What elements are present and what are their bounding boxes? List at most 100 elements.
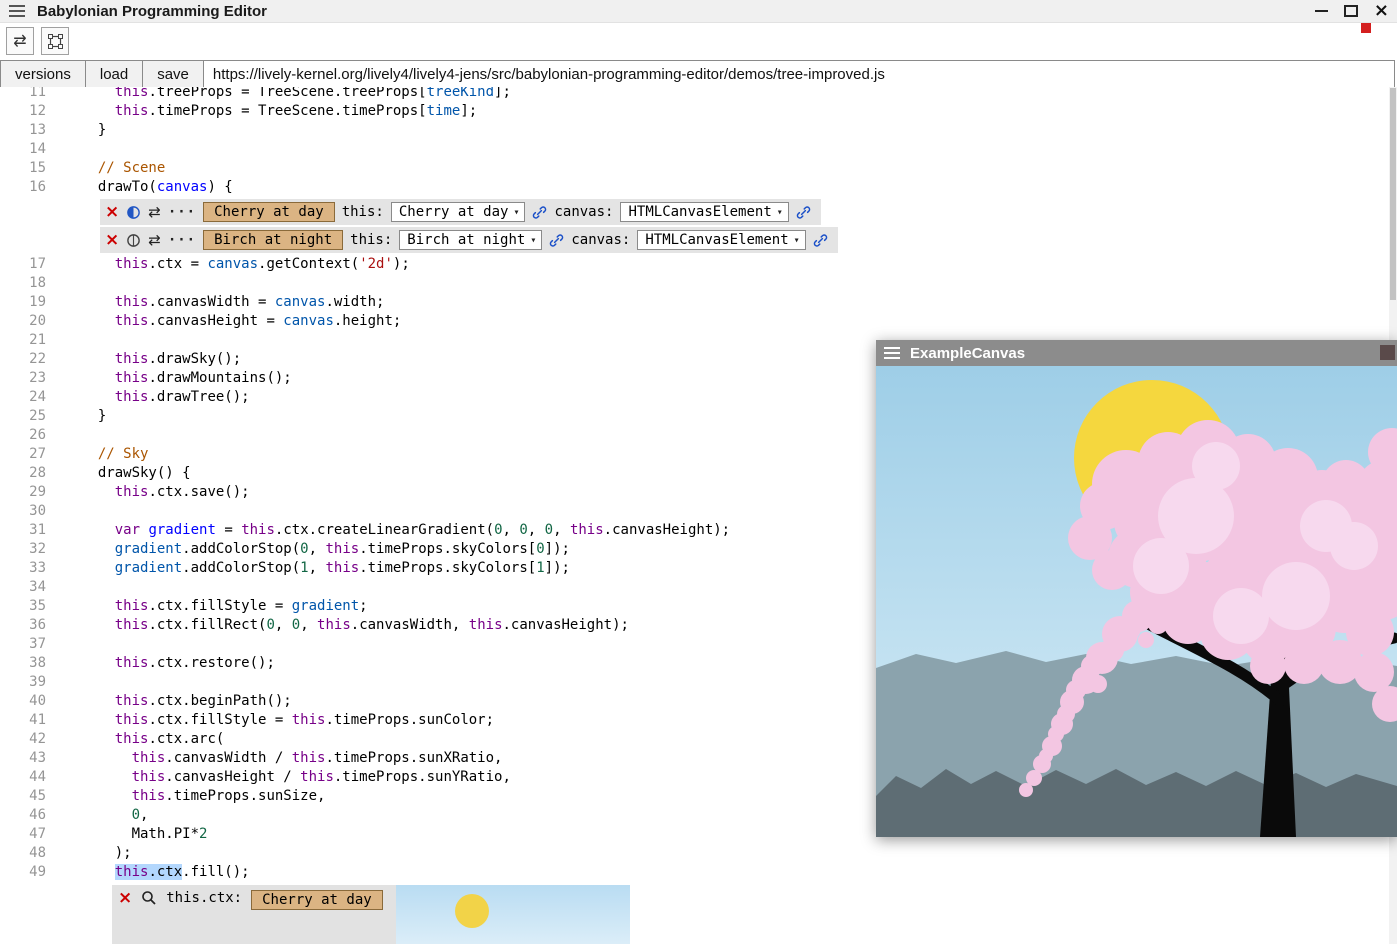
example-row: × ⇄ ··· Cherry at day this: Cherry at da… [100, 199, 821, 225]
line-number: 23 [0, 369, 49, 388]
example-canvas-label: canvas: [571, 232, 630, 248]
example-canvas-titlebar[interactable]: ExampleCanvas [876, 340, 1397, 366]
window-corner-handle[interactable] [1380, 345, 1395, 360]
example-this-select[interactable]: Cherry at day▾ [391, 202, 526, 222]
chevron-down-icon: ▾ [513, 207, 519, 218]
tool-iconbar: ⇄ [6, 27, 69, 55]
code-line[interactable]: 16 drawTo(canvas) { [0, 178, 1389, 197]
line-number: 20 [0, 312, 49, 331]
example-canvas-select[interactable]: HTMLCanvasElement▾ [637, 230, 805, 250]
line-number: 27 [0, 445, 49, 464]
close-button[interactable]: × [1374, 3, 1389, 19]
code-line[interactable]: 13 } [0, 121, 1389, 140]
load-button[interactable]: load [86, 61, 143, 87]
versions-button[interactable]: versions [1, 61, 86, 87]
example-swap-icon[interactable]: ⇄ [148, 203, 161, 221]
line-number: 28 [0, 464, 49, 483]
line-number: 35 [0, 597, 49, 616]
minimize-button[interactable] [1315, 10, 1328, 12]
line-number: 39 [0, 673, 49, 692]
code-line[interactable]: 14 [0, 140, 1389, 159]
line-number: 11 [0, 87, 49, 102]
line-number: 41 [0, 711, 49, 730]
example-this-label: this: [350, 232, 392, 248]
link-icon[interactable] [796, 205, 811, 220]
link-icon[interactable] [532, 205, 547, 220]
line-number: 34 [0, 578, 49, 597]
code-line[interactable]: 48 ); [0, 844, 1389, 863]
line-number: 12 [0, 102, 49, 121]
example-close-button[interactable]: × [105, 232, 119, 249]
save-button[interactable]: save [143, 61, 204, 87]
example-more-icon[interactable]: ··· [168, 232, 196, 248]
line-number: 22 [0, 350, 49, 369]
line-number: 44 [0, 768, 49, 787]
preview-sun [455, 894, 489, 928]
line-number: 47 [0, 825, 49, 844]
example-rows: × ⇄ ··· Cherry at day this: Cherry at da… [100, 199, 1389, 253]
maximize-button[interactable] [1344, 5, 1358, 17]
line-number: 17 [0, 255, 49, 274]
line-number: 43 [0, 749, 49, 768]
line-number: 26 [0, 426, 49, 445]
line-number: 36 [0, 616, 49, 635]
line-number: 31 [0, 521, 49, 540]
line-number: 16 [0, 178, 49, 197]
line-number: 42 [0, 730, 49, 749]
select-tool-button[interactable] [41, 27, 69, 55]
file-navbar: versions load save https://lively-kernel… [0, 60, 1395, 88]
line-number: 18 [0, 274, 49, 293]
probe-canvas-preview [396, 885, 630, 944]
line-number: 40 [0, 692, 49, 711]
code-line[interactable]: 18 [0, 274, 1389, 293]
window-title: Babylonian Programming Editor [37, 3, 267, 20]
app-window: Babylonian Programming Editor × ⇄ [0, 0, 1397, 944]
swap-tool-button[interactable]: ⇄ [6, 27, 34, 55]
example-canvas-window: ExampleCanvas [876, 340, 1397, 837]
magnifier-icon[interactable] [141, 890, 157, 906]
window-titlebar: Babylonian Programming Editor × [0, 0, 1397, 23]
example-name-button[interactable]: Birch at night [203, 230, 343, 250]
line-number: 38 [0, 654, 49, 673]
swap-arrows-icon: ⇄ [13, 31, 26, 51]
line-number: 15 [0, 159, 49, 178]
chevron-down-icon: ▾ [530, 235, 536, 246]
line-number: 21 [0, 331, 49, 350]
example-close-button[interactable]: × [105, 204, 119, 221]
example-swap-icon[interactable]: ⇄ [148, 231, 161, 249]
menu-icon[interactable] [884, 347, 900, 359]
preview-sky [396, 885, 630, 944]
probe-close-button[interactable]: × [118, 890, 132, 907]
probe-expression: this.ctx: [166, 890, 242, 906]
code-line[interactable]: 11 this.treeProps = TreeScene.treeProps[… [0, 87, 1389, 102]
example-name-button[interactable]: Cherry at day [203, 202, 335, 222]
url-input[interactable]: https://lively-kernel.org/lively4/lively… [204, 61, 1394, 87]
menu-icon[interactable] [9, 5, 25, 17]
code-line[interactable]: 49 this.ctx.fill(); [0, 863, 1389, 882]
example-row: × ⇄ ··· Birch at night this: Birch at ni… [100, 227, 838, 253]
scrollbar-thumb[interactable] [1390, 88, 1396, 300]
chevron-down-icon: ▾ [794, 235, 800, 246]
code-line[interactable]: 12 this.timeProps = TreeScene.timeProps[… [0, 102, 1389, 121]
line-number: 24 [0, 388, 49, 407]
example-this-select[interactable]: Birch at night▾ [399, 230, 542, 250]
line-number: 32 [0, 540, 49, 559]
example-active-toggle-icon[interactable] [126, 205, 141, 220]
line-number: 48 [0, 844, 49, 863]
code-line[interactable]: 17 this.ctx = canvas.getContext('2d'); [0, 255, 1389, 274]
code-line[interactable]: 15 // Scene [0, 159, 1389, 178]
link-icon[interactable] [813, 233, 828, 248]
example-canvas-select[interactable]: HTMLCanvasElement▾ [620, 202, 788, 222]
example-inactive-toggle-icon[interactable] [126, 233, 141, 248]
probe-example-chip[interactable]: Cherry at day [251, 890, 383, 910]
line-number: 13 [0, 121, 49, 140]
line-number: 37 [0, 635, 49, 654]
link-icon[interactable] [549, 233, 564, 248]
line-number: 30 [0, 502, 49, 521]
line-number: 33 [0, 559, 49, 578]
code-line[interactable]: 20 this.canvasHeight = canvas.height; [0, 312, 1389, 331]
example-more-icon[interactable]: ··· [168, 204, 196, 220]
line-number: 14 [0, 140, 49, 159]
code-line[interactable]: 19 this.canvasWidth = canvas.width; [0, 293, 1389, 312]
transform-frame-icon [47, 33, 64, 50]
